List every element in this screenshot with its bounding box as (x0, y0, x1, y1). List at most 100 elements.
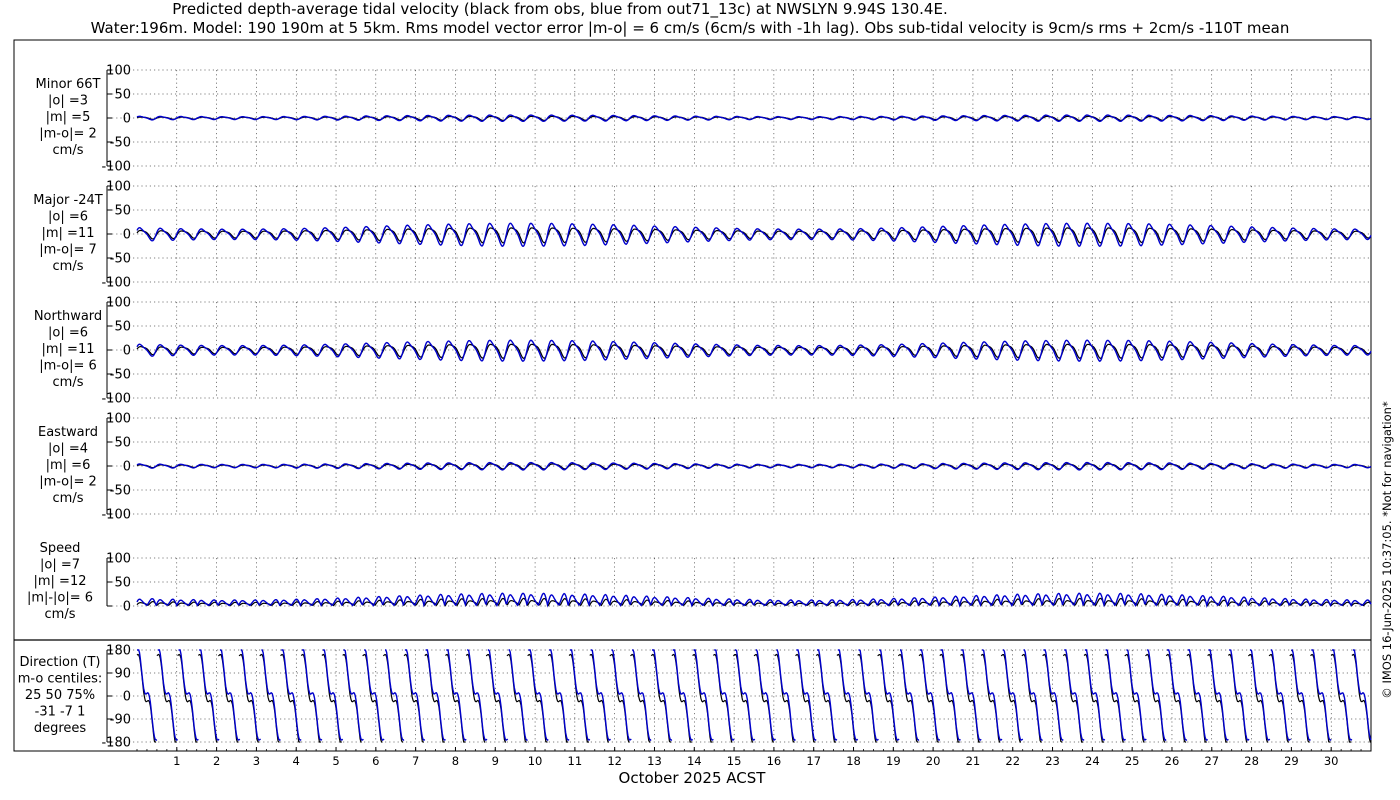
panel-label-line: |o| =7 (40, 558, 80, 573)
panel-label-line: Northward (34, 309, 102, 324)
series-model-line (136, 339, 1372, 363)
panel-label-line: Direction (T) (20, 655, 101, 670)
x-tick-label: 15 (727, 754, 742, 768)
x-tick-label: 22 (1005, 754, 1020, 768)
chart-title-line1: Predicted depth-average tidal velocity (… (172, 0, 947, 19)
x-tick-label: 23 (1045, 754, 1060, 768)
series-model-line (137, 649, 1372, 741)
x-tick-label: 3 (253, 754, 260, 768)
panel-direction: 180 90 0 -90 -180 Direction (T) m-o centiles:2… (18, 644, 1372, 751)
x-axis-label: October 2025 ACST (619, 769, 767, 787)
y-tick-label: 100 (106, 552, 131, 567)
y-tick-label: 0 (123, 460, 131, 475)
y-tick-label: -100 (101, 392, 131, 407)
x-tick-label: 27 (1204, 754, 1219, 768)
y-tick-label: 100 (106, 412, 131, 427)
series-obs-line (136, 653, 1371, 743)
x-tick-label: 12 (607, 754, 622, 768)
y-tick-label: -100 (101, 508, 131, 523)
y-tick-label: 0 (123, 112, 131, 127)
copyright-note: © IMOS 16-Jun-2025 10:37:05. *Not for na… (1380, 401, 1394, 699)
x-tick-label: 21 (966, 754, 981, 768)
x-tick-label: 24 (1085, 754, 1100, 768)
x-tick-label: 6 (372, 754, 379, 768)
panel-label-line: |m-o|= 6 (39, 359, 97, 374)
tidal-velocity-chart: Predicted depth-average tidal velocity (… (13, 0, 1394, 787)
panel-label-line: |o| =4 (48, 442, 88, 457)
y-tick-label: 100 (106, 180, 131, 195)
x-tick-label: 13 (647, 754, 662, 768)
panel-label-line: Minor 66T (36, 77, 101, 92)
panel-label-line: Eastward (38, 425, 98, 440)
x-tick-label: 14 (687, 754, 702, 768)
panel-label-line: -31 -7 1 (35, 705, 86, 720)
panel-label-line: cm/s (53, 375, 84, 390)
panel-eastward: 100 50 0 -50 -100 Eastward |o| =4|m| =6 |m-o|= … (38, 412, 1372, 523)
panel-label-line: |m-o|= 7 (39, 243, 97, 258)
x-tick-label: 7 (412, 754, 419, 768)
y-tick-label: 0 (123, 344, 131, 359)
panel-label-line: Speed (40, 541, 81, 556)
panel-label-line: |m|-|o|= 6 (27, 591, 93, 606)
x-tick-label: 26 (1165, 754, 1180, 768)
x-tick-label: 10 (528, 754, 543, 768)
panel-label-line: |o| =6 (48, 210, 88, 225)
y-tick-label: 180 (106, 644, 131, 659)
y-tick-label: -50 (110, 368, 131, 383)
panel-label-line: 25 50 75% (25, 688, 95, 703)
panel-label-line: |o| =6 (48, 326, 88, 341)
panel-minor: 100 50 0 -50 -100 Minor 66T |o| =3|m| =5 |m-o|=… (36, 64, 1372, 175)
panel-label-line: |m| =12 (34, 574, 87, 589)
y-tick-label: 50 (114, 576, 131, 591)
chart-title-line2: Water:196m. Model: 190 190m at 5 5km. Rm… (91, 19, 1290, 37)
x-tick-label: 11 (568, 754, 583, 768)
y-tick-label: -100 (101, 276, 131, 291)
x-tick-label: 25 (1125, 754, 1140, 768)
x-tick-label: 30 (1324, 754, 1339, 768)
panel-label-line: |o| =3 (48, 94, 88, 109)
x-tick-label: 1 (173, 754, 180, 768)
panel-label-line: cm/s (53, 491, 84, 506)
x-tick-label: 28 (1244, 754, 1259, 768)
y-tick-label: 0 (123, 600, 131, 615)
y-tick-label: 90 (114, 667, 131, 682)
x-axis: 1 2 3 4 5 6 7 8 9 10 11 12 13 14 15 16 17 18 19 20 21 22 23 24 2… (136, 747, 1372, 768)
x-tick-label: 5 (332, 754, 339, 768)
x-tick-label: 8 (452, 754, 459, 768)
panel-major: 100 50 0 -50 -100 Major -24T |o| =6|m| =11 |m-o… (33, 180, 1372, 291)
y-tick-label: -100 (101, 160, 131, 175)
y-tick-label: -50 (110, 136, 131, 151)
panel-label-line: cm/s (53, 259, 84, 274)
panel-label-line: |m| =5 (46, 110, 91, 125)
y-tick-label: 50 (114, 204, 131, 219)
panel-label-line: |m-o|= 2 (39, 127, 97, 142)
panels-group: 100 50 0 -50 -100 Minor 66T |o| =3|m| =5 |m-o|=… (14, 64, 1372, 751)
panel-label-line: |m| =6 (46, 458, 91, 473)
x-tick-label: 4 (293, 754, 300, 768)
panel-label-line: m-o centiles: (18, 672, 103, 687)
x-tick-label: 20 (926, 754, 941, 768)
x-tick-label: 2 (213, 754, 220, 768)
y-tick-label: -90 (110, 713, 131, 728)
x-tick-label: 29 (1284, 754, 1299, 768)
panel-label-line: degrees (34, 721, 87, 736)
x-tick-label: 16 (767, 754, 782, 768)
y-tick-label: -50 (110, 252, 131, 267)
y-tick-label: 0 (123, 690, 131, 705)
x-tick-label: 19 (886, 754, 901, 768)
y-tick-label: 50 (114, 436, 131, 451)
series-model-line (136, 222, 1372, 248)
plot-frame (13, 39, 1372, 752)
y-tick-label: 100 (106, 64, 131, 79)
panel-label-line: cm/s (53, 143, 84, 158)
y-tick-label: -50 (110, 484, 131, 499)
panel-label-line: |m-o|= 2 (39, 475, 97, 490)
x-tick-label: 18 (846, 754, 861, 768)
panel-label-line: Major -24T (33, 193, 102, 208)
panel-label-line: cm/s (45, 607, 76, 622)
y-tick-label: 50 (114, 88, 131, 103)
panel-speed: 100 50 0 Speed |o| =7|m| =12 |m|-|o|= 6cm/s (27, 541, 1372, 622)
panel-label-line: |m| =11 (42, 342, 95, 357)
y-tick-label: 100 (106, 296, 131, 311)
panel-label-line: |m| =11 (42, 226, 95, 241)
